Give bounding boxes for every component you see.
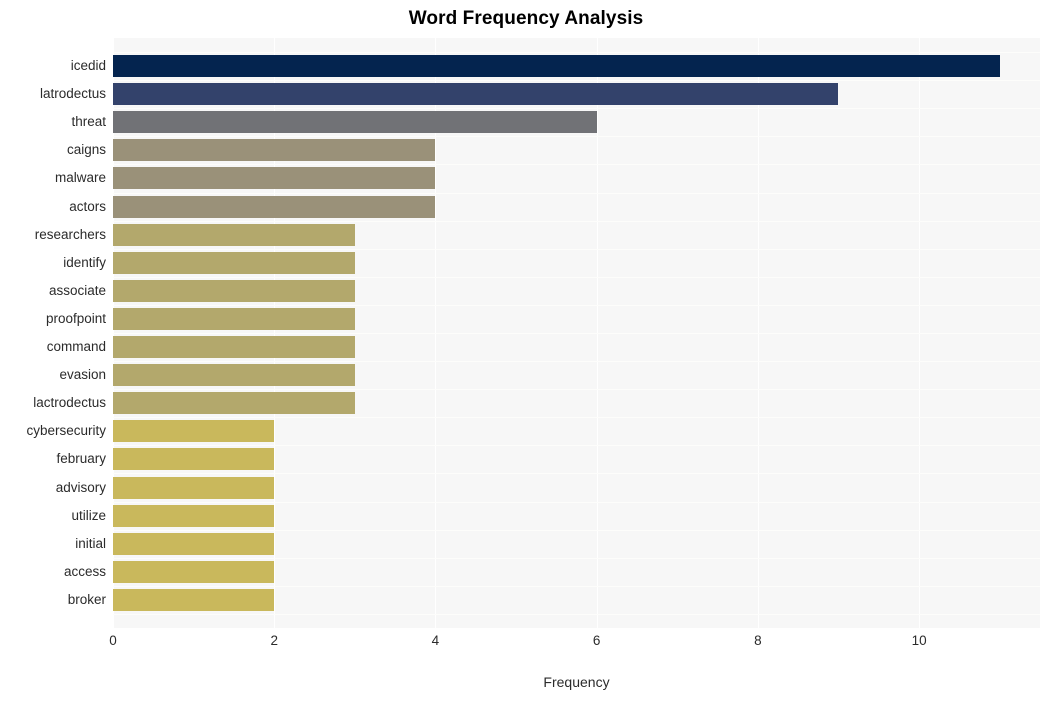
bar <box>113 336 355 359</box>
horizontal-gridline <box>113 52 1040 53</box>
chart-title: Word Frequency Analysis <box>408 8 644 29</box>
bar <box>113 139 436 162</box>
y-axis-tick-label: broker <box>67 591 106 607</box>
horizontal-gridline <box>113 164 1040 165</box>
bar <box>113 195 436 218</box>
horizontal-gridline <box>113 445 1040 446</box>
y-axis-tick-label: actors <box>69 198 106 214</box>
horizontal-gridline <box>113 333 1040 334</box>
y-axis-tick-label: caigns <box>66 142 106 158</box>
y-axis-tick-label: initial <box>75 535 106 551</box>
bar <box>113 111 597 134</box>
y-axis-tick-label: access <box>63 563 106 579</box>
bar <box>113 420 275 443</box>
horizontal-gridline <box>113 502 1040 503</box>
x-axis-tick-label: 0 <box>109 633 117 648</box>
y-axis-tick-label: malware <box>54 170 106 186</box>
bar <box>113 476 275 499</box>
bar <box>113 448 275 471</box>
horizontal-gridline <box>113 614 1040 615</box>
bar <box>113 83 839 106</box>
horizontal-gridline <box>113 389 1040 390</box>
bar <box>113 55 1000 78</box>
horizontal-gridline <box>113 108 1040 109</box>
y-axis-tick-label: researchers <box>34 226 106 242</box>
bar <box>113 364 355 387</box>
y-axis-tick-label: icedid <box>70 58 106 74</box>
plot-area <box>113 38 1040 628</box>
horizontal-gridline <box>113 558 1040 559</box>
y-axis-tick-label: associate <box>48 282 106 298</box>
y-axis-tick-label: evasion <box>59 367 106 383</box>
y-axis-tick-label: threat <box>71 114 106 130</box>
bar <box>113 560 275 583</box>
bar <box>113 223 355 246</box>
y-axis-labels: icedid latrodectus threat caigns malware acto… <box>0 38 106 628</box>
horizontal-gridline <box>113 193 1040 194</box>
horizontal-gridline <box>113 80 1040 81</box>
y-axis-tick-label: lactrodectus <box>33 395 106 411</box>
x-axis-tick-label: 2 <box>270 633 278 648</box>
x-axis-tick-labels: 0 2 4 6 8 10 <box>0 632 1052 654</box>
y-axis-tick-label: identify <box>63 254 106 270</box>
horizontal-gridline <box>113 586 1040 587</box>
y-axis-tick-label: utilize <box>71 507 106 523</box>
y-axis-tick-label: latrodectus <box>39 86 106 102</box>
bar <box>113 588 275 611</box>
bar <box>113 392 355 415</box>
bar <box>113 279 355 302</box>
word-frequency-bar-chart: Word Frequency Analysis icedid latrodectu… <box>0 0 1052 701</box>
horizontal-gridline <box>113 221 1040 222</box>
x-axis-tick-label: 6 <box>592 633 601 648</box>
bar <box>113 251 355 274</box>
x-axis-tick-label: 10 <box>911 633 927 648</box>
bar <box>113 532 275 555</box>
horizontal-gridline <box>113 530 1040 531</box>
horizontal-gridline <box>113 305 1040 306</box>
horizontal-gridline <box>113 473 1040 474</box>
y-axis-tick-label: command <box>46 339 106 355</box>
y-axis-tick-label: proofpoint <box>45 310 106 326</box>
bar <box>113 504 275 527</box>
horizontal-gridline <box>113 249 1040 250</box>
horizontal-gridline <box>113 136 1040 137</box>
x-axis-title: Frequency <box>543 674 610 690</box>
y-axis-tick-label: february <box>56 451 106 467</box>
horizontal-gridline <box>113 277 1040 278</box>
bar <box>113 307 355 330</box>
x-axis-tick-label: 4 <box>431 633 440 648</box>
y-axis-tick-label: cybersecurity <box>26 423 106 439</box>
horizontal-gridline <box>113 417 1040 418</box>
y-axis-tick-label: advisory <box>55 479 106 495</box>
horizontal-gridline <box>113 361 1040 362</box>
bar <box>113 167 436 190</box>
x-axis-tick-label: 8 <box>754 633 762 648</box>
